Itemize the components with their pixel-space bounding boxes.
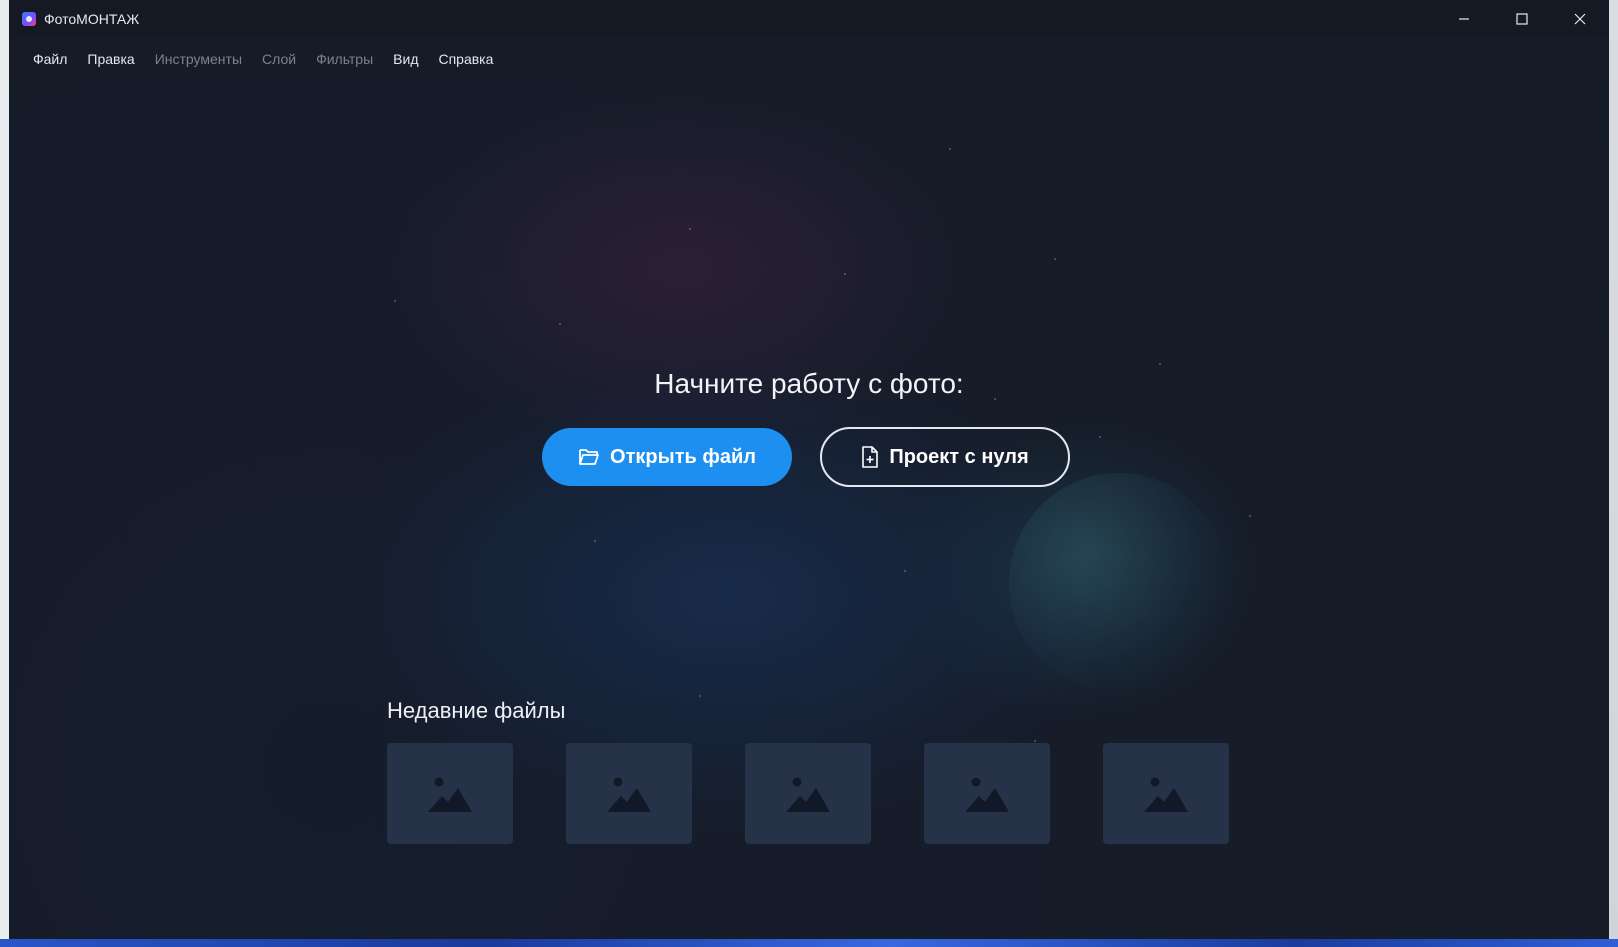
menu-tools[interactable]: Инструменты bbox=[145, 40, 252, 78]
desktop-wallpaper-edge bbox=[0, 939, 1618, 947]
background-planet bbox=[1009, 473, 1229, 693]
image-placeholder-icon bbox=[607, 777, 651, 812]
image-placeholder-icon bbox=[428, 777, 472, 812]
menu-view[interactable]: Вид bbox=[383, 40, 428, 78]
background-star bbox=[394, 300, 396, 302]
open-file-button[interactable]: Открыть файл bbox=[542, 428, 792, 486]
window-title: ФотоМОНТАЖ bbox=[44, 11, 140, 27]
minimize-button[interactable] bbox=[1435, 0, 1493, 38]
image-placeholder-icon bbox=[1144, 777, 1188, 812]
background-star bbox=[844, 273, 846, 275]
recent-files-title: Недавние файлы bbox=[387, 698, 566, 723]
recent-file-thumbnail[interactable] bbox=[924, 743, 1050, 844]
recent-file-thumbnail[interactable] bbox=[745, 743, 871, 844]
minimize-icon bbox=[1459, 18, 1469, 20]
background-star bbox=[699, 695, 701, 697]
image-placeholder-icon bbox=[965, 777, 1009, 812]
menu-filters[interactable]: Фильтры bbox=[306, 40, 383, 78]
recent-file-thumbnail[interactable] bbox=[387, 743, 513, 844]
background-star bbox=[1099, 436, 1101, 438]
background-star bbox=[559, 323, 561, 325]
close-button[interactable] bbox=[1551, 0, 1609, 38]
menu-layer[interactable]: Слой bbox=[252, 40, 306, 78]
background-star bbox=[1054, 258, 1056, 260]
app-logo-icon bbox=[22, 12, 36, 26]
background-star bbox=[904, 570, 906, 572]
app-window: ФотоМОНТАЖ Файл Правка Инструменты Слой … bbox=[9, 0, 1609, 939]
close-icon bbox=[1574, 13, 1586, 25]
image-placeholder-icon bbox=[786, 777, 830, 812]
background-star bbox=[594, 540, 596, 542]
open-file-label: Открыть файл bbox=[610, 445, 756, 468]
menu-bar: Файл Правка Инструменты Слой Фильтры Вид… bbox=[9, 40, 1609, 78]
maximize-button[interactable] bbox=[1493, 0, 1551, 38]
recent-files-list bbox=[387, 743, 1229, 844]
maximize-icon bbox=[1516, 13, 1528, 25]
start-screen: Начните работу с фото: Открыть файл Прое… bbox=[9, 78, 1609, 939]
recent-file-thumbnail[interactable] bbox=[566, 743, 692, 844]
background-star bbox=[949, 148, 951, 150]
start-headline: Начните работу с фото: bbox=[654, 368, 964, 399]
background-star bbox=[1249, 515, 1251, 517]
new-file-icon bbox=[861, 446, 879, 468]
menu-edit[interactable]: Правка bbox=[77, 40, 144, 78]
recent-file-thumbnail[interactable] bbox=[1103, 743, 1229, 844]
background-star bbox=[689, 228, 691, 230]
background-star bbox=[1034, 740, 1036, 742]
menu-help[interactable]: Справка bbox=[428, 40, 503, 78]
new-project-label: Проект с нуля bbox=[889, 445, 1029, 468]
title-bar[interactable]: ФотоМОНТАЖ bbox=[9, 0, 1609, 38]
window-controls bbox=[1435, 0, 1609, 38]
background-star bbox=[1159, 363, 1161, 365]
new-project-button[interactable]: Проект с нуля bbox=[820, 427, 1070, 487]
menu-file[interactable]: Файл bbox=[23, 40, 77, 78]
folder-open-icon bbox=[578, 447, 600, 467]
